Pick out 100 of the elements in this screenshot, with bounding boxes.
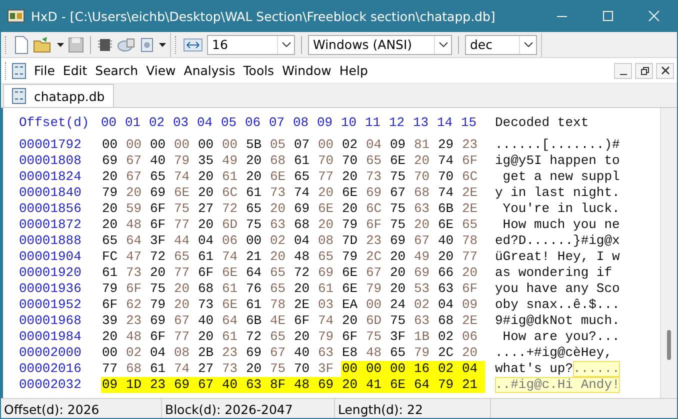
- hex-byte: 65: [269, 265, 287, 281]
- offset-cell-text: 00001872: [19, 217, 82, 233]
- caret-icon[interactable]: [159, 42, 166, 46]
- column-header: 04: [197, 115, 214, 131]
- hex-byte: 21: [461, 377, 485, 393]
- status-field: Length(d): 22: [335, 398, 491, 418]
- menu-item[interactable]: Help: [335, 61, 372, 80]
- hex-byte: 48: [365, 345, 383, 361]
- chip-icon[interactable]: [97, 36, 113, 52]
- hex-byte: 49: [413, 249, 431, 265]
- hex-byte: 23: [221, 345, 239, 361]
- close-button[interactable]: [656, 62, 674, 78]
- decoded-text: oby snax..ê.$...: [495, 297, 620, 313]
- offset-cell-text: 00001904: [19, 249, 82, 265]
- hex-byte: 09: [389, 137, 407, 153]
- hex-byte: 02: [437, 361, 461, 377]
- maximize-icon[interactable]: [602, 10, 614, 22]
- hex-byte: 20: [317, 217, 335, 233]
- hex-byte: 20: [125, 185, 143, 201]
- column-width-icon[interactable]: [183, 36, 203, 52]
- hex-byte: 2B: [197, 345, 215, 361]
- hex-byte: 69: [149, 313, 167, 329]
- hex-byte: 20: [149, 265, 167, 281]
- hex-byte: 69: [365, 185, 383, 201]
- menu-item[interactable]: Edit: [58, 61, 92, 80]
- menu-item[interactable]: Tools: [239, 61, 278, 80]
- menu-item[interactable]: View: [142, 61, 180, 80]
- hex-byte: 02: [341, 137, 359, 153]
- hex-byte: 53: [413, 281, 431, 297]
- menu-item[interactable]: Window: [278, 61, 336, 80]
- hex-byte: FC: [101, 249, 119, 265]
- restore-button[interactable]: [635, 62, 653, 78]
- decoded-text: as wondering if: [495, 265, 614, 281]
- decoded-text: 9#ig@dkNot much.: [495, 313, 620, 329]
- hex-byte: 20: [341, 377, 365, 393]
- hex-byte: 24: [389, 297, 407, 313]
- hex-byte: E8: [341, 345, 359, 361]
- hex-byte: 00: [149, 137, 167, 153]
- hex-byte: 72: [221, 201, 239, 217]
- scrollbar[interactable]: [660, 108, 677, 398]
- hex-byte: 20: [461, 345, 479, 361]
- hex-byte: 6F: [365, 217, 383, 233]
- hex-byte: 61: [149, 361, 167, 377]
- hex-byte: 05: [269, 137, 287, 153]
- file-tab[interactable]: chatapp.db: [3, 84, 114, 107]
- menu-item[interactable]: Analysis: [180, 61, 240, 80]
- hex-byte: 74: [293, 185, 311, 201]
- hex-byte: 2E: [461, 313, 479, 329]
- hex-byte: 2C: [437, 345, 455, 361]
- hex-byte: 04: [149, 345, 167, 361]
- hex-byte: 70: [341, 153, 359, 169]
- hex-byte: 67: [173, 313, 191, 329]
- hex-byte: 67: [125, 153, 143, 169]
- menu-item[interactable]: File: [30, 61, 59, 80]
- hex-byte: 06: [461, 329, 479, 345]
- hex-byte: 09: [461, 297, 479, 313]
- hex-byte: 6D: [221, 217, 239, 233]
- hex-byte: 68: [437, 313, 455, 329]
- hex-byte: 6E: [221, 297, 239, 313]
- hex-byte: 48: [293, 249, 311, 265]
- hex-byte: 81: [413, 137, 431, 153]
- hex-byte: 00: [365, 361, 389, 377]
- caret-icon[interactable]: [57, 42, 64, 46]
- hex-byte: 78: [269, 297, 287, 313]
- decoded-text: How much you ne: [502, 217, 620, 233]
- hex-byte: 74: [437, 153, 455, 169]
- hex-byte: 20: [341, 169, 359, 185]
- new-file-icon[interactable]: [13, 36, 29, 54]
- hex-byte: 35: [197, 153, 215, 169]
- bytes-per-row-dropdown[interactable]: 16: [207, 34, 295, 54]
- hex-byte: 63: [413, 201, 431, 217]
- hex-byte: 8F: [269, 377, 293, 393]
- close-icon[interactable]: [648, 10, 660, 22]
- hex-byte: 07: [293, 137, 311, 153]
- hex-byte: 61: [221, 281, 239, 297]
- hex-byte: 67: [365, 265, 383, 281]
- hex-byte: 68: [413, 185, 431, 201]
- chevron-down-icon: [438, 42, 448, 47]
- hex-byte: 20: [101, 217, 119, 233]
- hex-byte: 61: [317, 281, 335, 297]
- charset-dropdown[interactable]: Windows (ANSI): [308, 34, 452, 54]
- disk-icon[interactable]: [117, 36, 135, 52]
- hex-byte: 2E: [461, 201, 479, 217]
- hex-byte: 00: [317, 137, 335, 153]
- selected-text: ..#ig@c.Hi Andy!: [495, 377, 620, 393]
- hex-byte: 6F: [341, 329, 359, 345]
- hex-byte: 48: [125, 217, 143, 233]
- hex-byte: 20: [413, 217, 431, 233]
- offset-base-dropdown[interactable]: dec: [465, 34, 537, 54]
- hex-byte: 03: [317, 297, 335, 313]
- hex-byte: 73: [221, 361, 239, 377]
- hex-byte: 1D: [125, 377, 149, 393]
- hex-byte: 75: [389, 217, 407, 233]
- hex-byte: 20: [245, 153, 263, 169]
- menu-item[interactable]: Search: [91, 61, 142, 80]
- decoded-text: what's up?: [495, 361, 574, 377]
- hex-byte: 44: [173, 233, 191, 249]
- column-header: 07: [269, 115, 286, 131]
- minimize-button[interactable]: [614, 62, 632, 78]
- hex-byte: 20: [293, 281, 311, 297]
